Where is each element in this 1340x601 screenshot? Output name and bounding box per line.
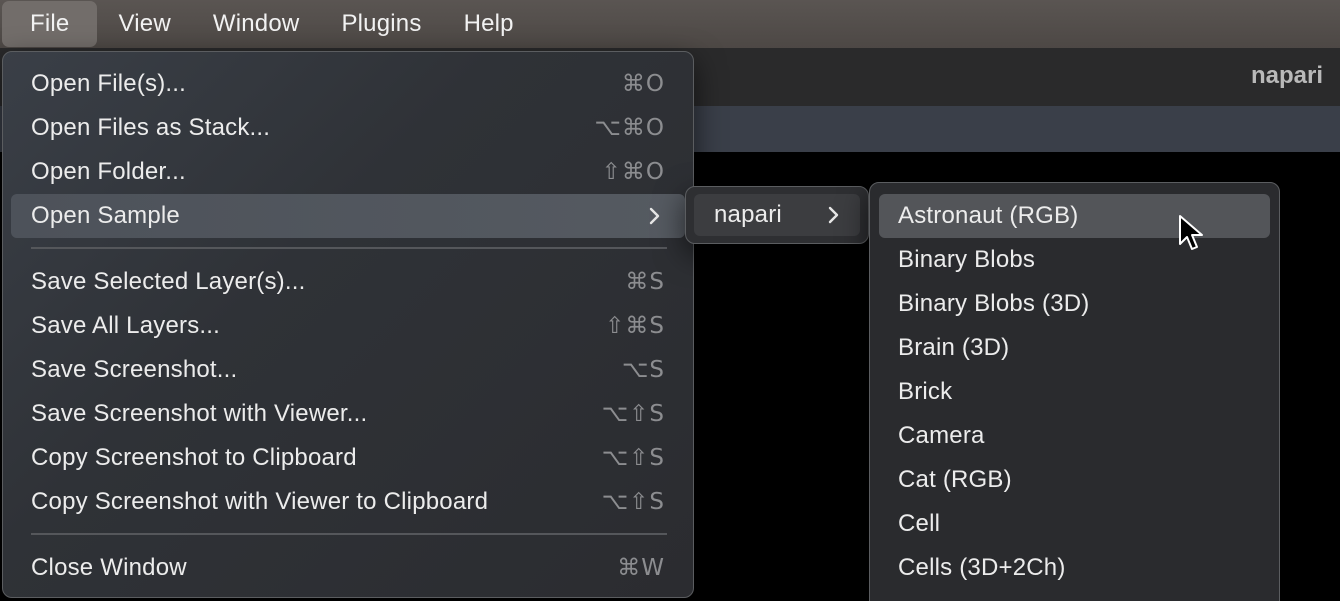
chevron-right-icon	[645, 206, 665, 226]
menu-item-label: Brick	[898, 378, 953, 405]
menu-window[interactable]: Window	[192, 0, 321, 48]
shortcut-label: ⇧⌘O	[601, 159, 665, 185]
shortcut-label: ⌘O	[621, 71, 665, 97]
close-window-item[interactable]: Close Window ⌘W	[11, 546, 685, 590]
menu-item-label: Cell	[898, 510, 941, 537]
shortcut-label: ⌥⇧S	[601, 401, 665, 427]
sample-cells-3d-2ch-item[interactable]: Cells (3D+2Ch)	[879, 546, 1270, 590]
sample-brain-3d-item[interactable]: Brain (3D)	[879, 326, 1270, 370]
shortcut-label: ⌥⌘O	[594, 115, 665, 141]
sample-cat-item[interactable]: Cat (RGB)	[879, 458, 1270, 502]
menu-item-label: Astronaut (RGB)	[898, 202, 1079, 229]
napari-plugin-item[interactable]: napari	[694, 194, 860, 236]
menu-file[interactable]: File	[2, 1, 98, 47]
menu-item-label: Binary Blobs (3D)	[898, 290, 1090, 317]
copy-screenshot-item[interactable]: Copy Screenshot to Clipboard ⌥⇧S	[11, 436, 685, 480]
menu-item-label: Cells (3D+2Ch)	[898, 554, 1066, 581]
samples-submenu: Astronaut (RGB) Binary Blobs Binary Blob…	[869, 182, 1280, 601]
menu-separator	[31, 533, 667, 535]
menu-item-label: Camera	[898, 422, 985, 449]
menu-item-label: Open File(s)...	[31, 70, 187, 97]
menu-item-label: napari	[714, 201, 782, 228]
window-title: napari	[1250, 62, 1323, 89]
menu-item-label: Copy Screenshot to Clipboard	[31, 444, 357, 471]
mouse-pointer-icon	[1179, 215, 1203, 250]
sample-camera-item[interactable]: Camera	[879, 414, 1270, 458]
open-folder-item[interactable]: Open Folder... ⇧⌘O	[11, 150, 685, 194]
sample-binary-blobs-3d-item[interactable]: Binary Blobs (3D)	[879, 282, 1270, 326]
menu-item-label: Close Window	[31, 554, 187, 581]
sample-brick-item[interactable]: Brick	[879, 370, 1270, 414]
sample-binary-blobs-item[interactable]: Binary Blobs	[879, 238, 1270, 282]
menu-item-label: Save Selected Layer(s)...	[31, 268, 306, 295]
chevron-right-icon	[824, 205, 844, 225]
menu-help[interactable]: Help	[443, 0, 535, 48]
menu-item-label: Copy Screenshot with Viewer to Clipboard	[31, 488, 489, 515]
shortcut-label: ⌥S	[621, 357, 665, 383]
menu-plugins[interactable]: Plugins	[320, 0, 442, 48]
menu-bar: File View Window Plugins Help	[0, 0, 1340, 48]
menu-item-label: Open Files as Stack...	[31, 114, 271, 141]
save-screenshot-item[interactable]: Save Screenshot... ⌥S	[11, 348, 685, 392]
menu-item-label: Cat (RGB)	[898, 466, 1012, 493]
shortcut-label: ⌘S	[625, 269, 665, 295]
menu-item-label: Open Sample	[31, 202, 180, 229]
menu-item-label: Binary Blobs	[898, 246, 1036, 273]
copy-screenshot-with-viewer-item[interactable]: Copy Screenshot with Viewer to Clipboard…	[11, 480, 685, 524]
open-sample-item[interactable]: Open Sample	[11, 194, 685, 238]
save-screenshot-with-viewer-item[interactable]: Save Screenshot with Viewer... ⌥⇧S	[11, 392, 685, 436]
menu-item-label: Save Screenshot with Viewer...	[31, 400, 368, 427]
shortcut-label: ⇧⌘S	[605, 313, 665, 339]
menu-separator	[31, 247, 667, 249]
menu-view[interactable]: View	[97, 0, 191, 48]
shortcut-label: ⌥⇧S	[601, 489, 665, 515]
sample-cell-item[interactable]: Cell	[879, 502, 1270, 546]
save-selected-layers-item[interactable]: Save Selected Layer(s)... ⌘S	[11, 260, 685, 304]
open-files-as-stack-item[interactable]: Open Files as Stack... ⌥⌘O	[11, 106, 685, 150]
open-sample-submenu: napari	[685, 186, 869, 244]
save-all-layers-item[interactable]: Save All Layers... ⇧⌘S	[11, 304, 685, 348]
menu-item-label: Save Screenshot...	[31, 356, 238, 383]
shortcut-label: ⌘W	[617, 555, 665, 581]
shortcut-label: ⌥⇧S	[601, 445, 665, 471]
menu-item-label: Brain (3D)	[898, 334, 1010, 361]
menu-item-label: Save All Layers...	[31, 312, 221, 339]
menu-item-label: Open Folder...	[31, 158, 186, 185]
open-files-item[interactable]: Open File(s)... ⌘O	[11, 62, 685, 106]
sample-astronaut-item[interactable]: Astronaut (RGB)	[879, 194, 1270, 238]
file-menu: Open File(s)... ⌘O Open Files as Stack..…	[2, 51, 694, 598]
